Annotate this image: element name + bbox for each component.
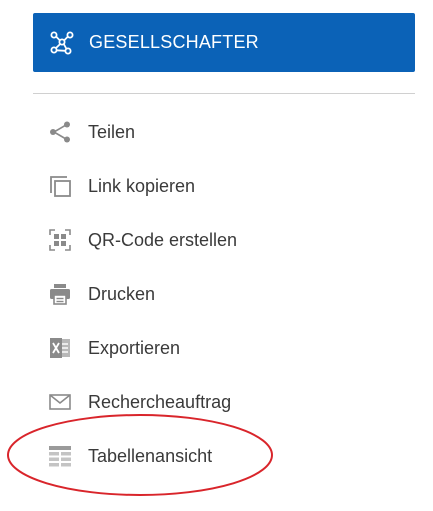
share-icon bbox=[46, 118, 74, 146]
menu-item-label: Tabellenansicht bbox=[88, 445, 213, 466]
printer-icon bbox=[46, 280, 74, 308]
copy-icon bbox=[46, 172, 74, 200]
qr-code-icon bbox=[46, 226, 74, 254]
menu-item-exportieren[interactable]: Exportieren bbox=[46, 332, 180, 364]
table-icon bbox=[46, 442, 74, 470]
menu-item-qr-code-erstellen[interactable]: QR-Code erstellen bbox=[46, 224, 237, 256]
menu-item-label: Teilen bbox=[88, 121, 136, 142]
menu-item-label: Exportieren bbox=[88, 337, 181, 358]
menu-item-link-kopieren[interactable]: Link kopieren bbox=[46, 170, 195, 202]
menu-item-tabellenansicht[interactable]: Tabellenansicht bbox=[46, 440, 212, 472]
menu-item-label: Link kopieren bbox=[88, 175, 196, 196]
menu-item-label: Drucken bbox=[88, 283, 156, 304]
action-menu: Teilen Link kopieren QR-Code erstellen D… bbox=[0, 0, 433, 511]
menu-item-drucken[interactable]: Drucken bbox=[46, 278, 155, 310]
envelope-icon bbox=[46, 388, 74, 416]
menu-item-rechercheauftrag[interactable]: Rechercheauftrag bbox=[46, 386, 231, 418]
menu-item-label: Rechercheauftrag bbox=[88, 391, 232, 412]
excel-icon bbox=[46, 334, 74, 362]
menu-item-label: QR-Code erstellen bbox=[88, 229, 238, 250]
menu-item-teilen[interactable]: Teilen bbox=[46, 116, 135, 148]
